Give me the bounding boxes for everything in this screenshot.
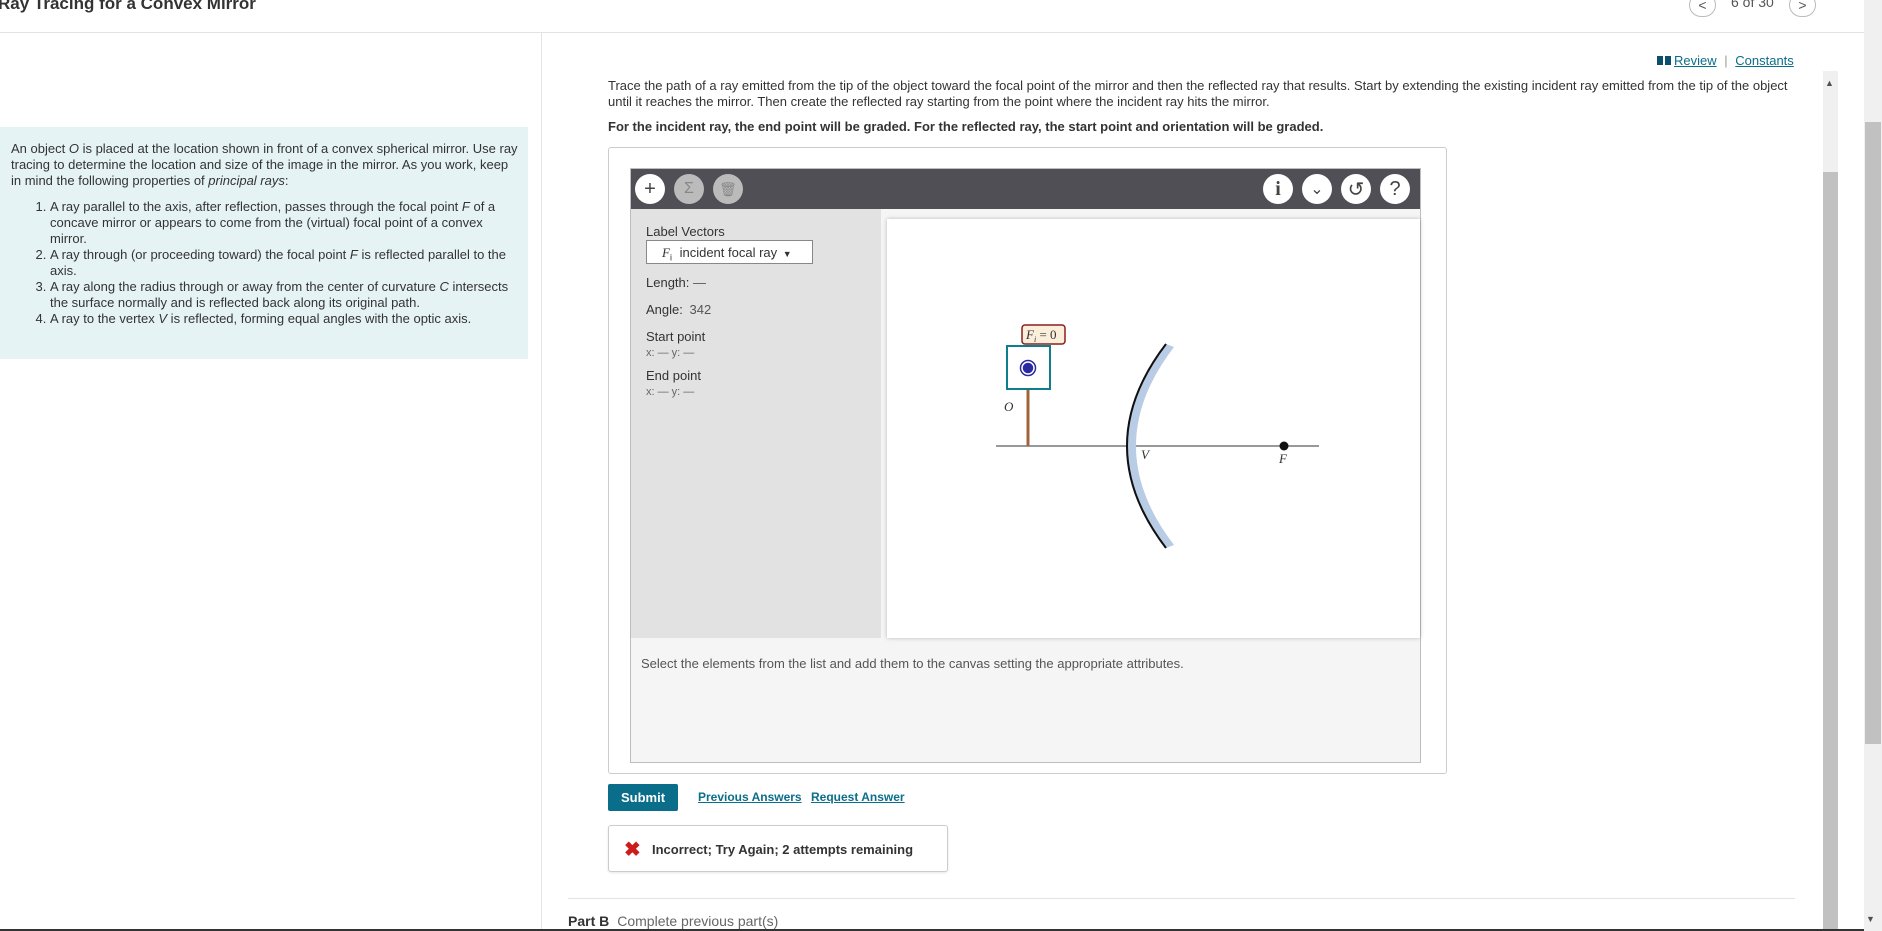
page-title: Ray Tracing for a Convex Mirror bbox=[0, 0, 256, 13]
part-b-header[interactable]: Part B Complete previous part(s) bbox=[568, 913, 778, 929]
scroll-down-icon[interactable]: ▼ bbox=[1866, 914, 1875, 924]
trash-icon[interactable]: 🗑 bbox=[713, 174, 743, 204]
object-label: O bbox=[1004, 399, 1014, 414]
review-link[interactable]: Review bbox=[1674, 53, 1717, 68]
length-value: — bbox=[693, 275, 706, 290]
length-row: Length: — bbox=[646, 275, 706, 290]
problem-statement: An object O is placed at the location sh… bbox=[0, 127, 528, 359]
start-point-heading: Start point bbox=[646, 329, 706, 344]
request-answer-link[interactable]: Request Answer bbox=[811, 790, 905, 804]
angle-value: 342 bbox=[689, 302, 712, 317]
drawing-canvas[interactable]: Fi = 0 O V F bbox=[887, 219, 1420, 638]
reset-icon[interactable]: ↺ bbox=[1341, 174, 1371, 204]
book-icon bbox=[1657, 56, 1671, 65]
review-links: Review | Constants bbox=[1657, 53, 1794, 68]
column-divider bbox=[541, 33, 542, 931]
page-counter: 6 of 30 bbox=[1731, 0, 1774, 10]
part-b-status: Complete previous part(s) bbox=[617, 913, 779, 929]
part-b-label: Part B bbox=[568, 913, 610, 929]
vector-symbol: F bbox=[662, 245, 670, 260]
instructions: Trace the path of a ray emitted from the… bbox=[608, 78, 1788, 109]
focal-point bbox=[1279, 441, 1289, 451]
vector-tag-label: Fi = 0 bbox=[1025, 327, 1057, 344]
principal-rays-list: A ray parallel to the axis, after reflec… bbox=[11, 199, 518, 327]
vector-select[interactable]: Fi incident focal ray ▼ bbox=[646, 240, 813, 264]
vertex-label: V bbox=[1141, 447, 1151, 462]
top-bar: Ray Tracing for a Convex Mirror < 6 of 3… bbox=[0, 0, 1864, 33]
ray-diagram: Fi = 0 O V F bbox=[996, 324, 1319, 549]
list-item: A ray parallel to the axis, after reflec… bbox=[50, 199, 518, 247]
vector-select-value: incident focal ray bbox=[679, 245, 778, 260]
list-item: A ray to the vertex V is reflected, form… bbox=[50, 311, 518, 327]
link-separator: | bbox=[1724, 53, 1728, 68]
problem-intro: An object O is placed at the location sh… bbox=[11, 141, 518, 188]
help-icon[interactable]: ? bbox=[1380, 174, 1410, 204]
vector-properties-panel bbox=[631, 209, 881, 638]
add-icon[interactable]: + bbox=[635, 174, 665, 204]
handle-dot[interactable] bbox=[1021, 361, 1035, 375]
sum-icon[interactable]: Σ bbox=[674, 174, 704, 204]
caret-down-icon: ▼ bbox=[782, 249, 792, 259]
submit-button[interactable]: Submit bbox=[608, 784, 678, 811]
list-item: A ray through (or proceeding toward) the… bbox=[50, 247, 518, 279]
feedback-box: ✖ Incorrect; Try Again; 2 attempts remai… bbox=[608, 825, 948, 872]
grading-note: For the incident ray, the end point will… bbox=[608, 119, 1324, 134]
status-message: Select the elements from the list and ad… bbox=[641, 656, 1184, 671]
next-item-button[interactable]: > bbox=[1789, 0, 1816, 17]
feedback-text: Incorrect; Try Again; 2 attempts remaini… bbox=[652, 842, 914, 857]
previous-answers-link[interactable]: Previous Answers bbox=[698, 790, 802, 804]
content-scrollbar-thumb[interactable] bbox=[1823, 172, 1838, 931]
start-point-coords: x: — y: — bbox=[646, 347, 695, 359]
focal-label: F bbox=[1278, 451, 1288, 466]
end-point-heading: End point bbox=[646, 368, 701, 383]
error-icon: ✖ bbox=[624, 839, 641, 861]
window-scrollbar-thumb[interactable] bbox=[1865, 122, 1881, 744]
chevron-down-icon[interactable]: ⌄ bbox=[1302, 174, 1332, 204]
previous-item-button[interactable]: < bbox=[1689, 0, 1716, 17]
list-item: A ray along the radius through or away f… bbox=[50, 279, 518, 311]
end-point-coords: x: — y: — bbox=[646, 386, 695, 398]
part-divider bbox=[568, 898, 1795, 899]
scroll-up-icon[interactable]: ▲ bbox=[1825, 78, 1834, 88]
label-vectors-heading: Label Vectors bbox=[646, 224, 725, 239]
angle-row: Angle: 342 bbox=[646, 302, 712, 317]
info-icon[interactable]: i bbox=[1263, 174, 1293, 204]
constants-link[interactable]: Constants bbox=[1735, 53, 1794, 68]
